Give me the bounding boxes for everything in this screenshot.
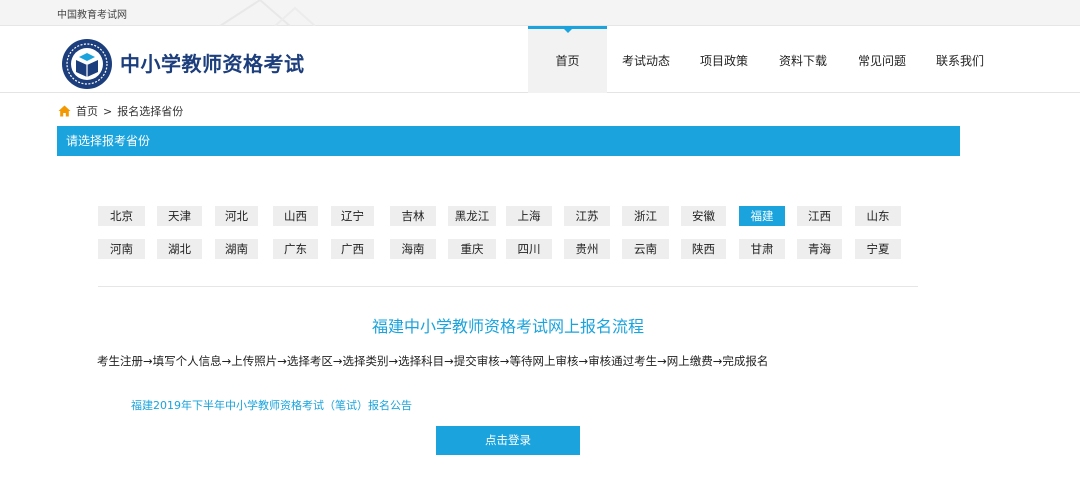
brand-title[interactable]: 中小学教师资格考试 (120, 48, 305, 77)
province-button[interactable]: 甘肃 (739, 239, 785, 259)
province-button[interactable]: 四川 (506, 239, 552, 259)
section-title-bar: 请选择报考省份 (57, 126, 960, 156)
flow-title: 福建中小学教师资格考试网上报名流程 (371, 317, 644, 336)
province-button[interactable]: 贵州 (564, 239, 610, 259)
header: 中小学教师资格考试 首页 考试动态 项目政策 资料下载 常见问题 联系我们 (0, 26, 1080, 93)
divider (98, 286, 918, 287)
breadcrumb: 首页 > 报名选择省份 (58, 103, 183, 119)
province-button[interactable]: 辽宁 (331, 206, 374, 226)
top-bar: 中国教育考试网 (0, 0, 1080, 26)
nav-exam-news[interactable]: 考试动态 (613, 26, 679, 93)
province-button[interactable]: 湖北 (157, 239, 202, 259)
breadcrumb-home[interactable]: 首页 (76, 103, 98, 119)
province-button[interactable]: 江苏 (564, 206, 610, 226)
province-button[interactable]: 福建 (739, 206, 785, 226)
home-icon[interactable] (58, 105, 71, 117)
nav-policy[interactable]: 项目政策 (691, 26, 757, 93)
province-button[interactable]: 宁夏 (855, 239, 901, 259)
nav-faq[interactable]: 常见问题 (849, 26, 915, 93)
province-button[interactable]: 青海 (797, 239, 842, 259)
book-emblem-icon[interactable] (61, 38, 113, 90)
decorative-pattern (220, 0, 316, 26)
province-button[interactable]: 安徽 (681, 206, 726, 226)
province-button[interactable]: 山西 (273, 206, 318, 226)
province-button[interactable]: 黑龙江 (448, 206, 496, 226)
province-button[interactable]: 河北 (215, 206, 258, 226)
province-button[interactable]: 广西 (331, 239, 374, 259)
flow-steps: 考生注册→填写个人信息→上传照片→选择考区→选择类别→选择科目→提交审核→等待网… (97, 354, 769, 368)
nav-home[interactable]: 首页 (528, 26, 607, 93)
breadcrumb-separator: > (103, 104, 113, 118)
section-title: 请选择报考省份 (66, 134, 151, 148)
province-button[interactable]: 海南 (390, 239, 436, 259)
province-button[interactable]: 广东 (273, 239, 318, 259)
login-button[interactable]: 点击登录 (436, 426, 580, 455)
nav-downloads[interactable]: 资料下载 (770, 26, 836, 93)
nav-contact[interactable]: 联系我们 (927, 26, 993, 93)
province-button[interactable]: 上海 (506, 206, 552, 226)
province-button[interactable]: 陕西 (681, 239, 726, 259)
site-name[interactable]: 中国教育考试网 (57, 6, 127, 21)
province-button[interactable]: 湖南 (215, 239, 258, 259)
province-button[interactable]: 山东 (855, 206, 901, 226)
province-button[interactable]: 天津 (157, 206, 202, 226)
province-button[interactable]: 江西 (797, 206, 842, 226)
breadcrumb-current: 报名选择省份 (117, 105, 184, 118)
province-button[interactable]: 河南 (98, 239, 145, 259)
province-button[interactable]: 北京 (98, 206, 145, 226)
notice-link[interactable]: 福建2019年下半年中小学教师资格考试（笔试）报名公告 (131, 397, 412, 413)
province-button[interactable]: 云南 (622, 239, 669, 259)
province-button[interactable]: 吉林 (390, 206, 436, 226)
province-button[interactable]: 浙江 (622, 206, 669, 226)
province-button[interactable]: 重庆 (448, 239, 496, 259)
